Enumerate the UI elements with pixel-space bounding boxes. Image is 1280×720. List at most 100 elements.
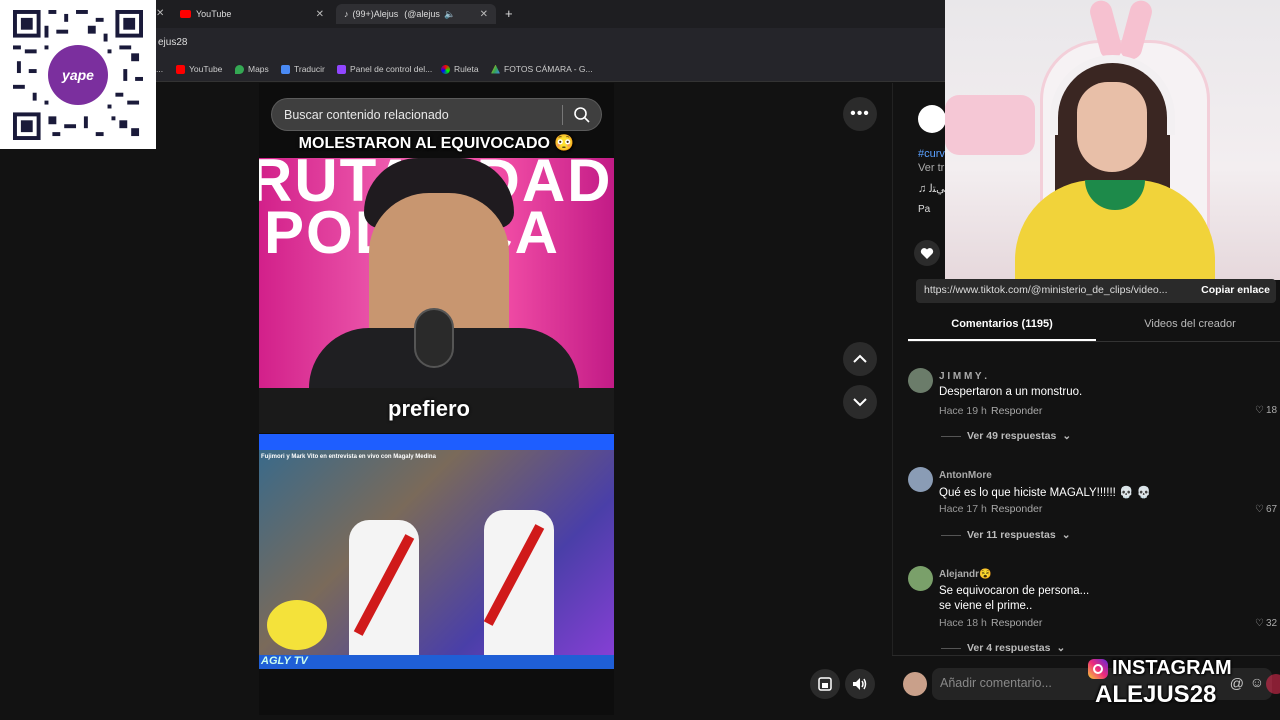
- video-subtitle: prefiero: [388, 396, 470, 421]
- view-replies-label: Ver 49 respuestas: [967, 430, 1057, 442]
- volume-button[interactable]: [845, 669, 875, 699]
- bookmark-youtube[interactable]: YouTube: [176, 64, 222, 74]
- comment-time: Hace 19 h: [939, 405, 987, 417]
- comment-time: Hace 17 h: [939, 503, 987, 515]
- tab-label-suffix: (@alejus: [404, 9, 440, 19]
- translate-icon: [281, 64, 290, 74]
- next-video-button[interactable]: [843, 385, 877, 419]
- reply-button[interactable]: Responder: [991, 503, 1042, 515]
- more-options-button[interactable]: •••: [843, 97, 877, 131]
- replies-line: [941, 647, 961, 649]
- replies-line: [941, 435, 961, 437]
- comment-username[interactable]: J I M M Y .: [939, 371, 987, 382]
- chevron-up-icon: [853, 354, 867, 363]
- comment-input-placeholder: Añadir comentario...: [940, 676, 1052, 690]
- video-player[interactable]: RUTALIDAD POLÍTICA prefiero Fujimori y M…: [259, 83, 614, 715]
- picture-in-picture-button[interactable]: [810, 669, 840, 699]
- search-input[interactable]: Buscar contenido relacionado: [284, 108, 449, 122]
- streamer-webcam: [945, 0, 1280, 280]
- related-search-bar[interactable]: Buscar contenido relacionado: [271, 98, 602, 131]
- new-tab-button[interactable]: +: [505, 6, 513, 21]
- youtube-icon: [180, 10, 191, 18]
- search-icon[interactable]: [573, 106, 591, 129]
- creator-avatar[interactable]: [918, 105, 946, 133]
- twitch-icon: [337, 64, 346, 74]
- heart-outline-icon: ♡: [1255, 405, 1264, 416]
- tab-comments[interactable]: Comentarios (1195): [908, 318, 1096, 330]
- instagram-icon: [1088, 658, 1108, 679]
- search-divider: [562, 105, 563, 125]
- emoji-icon[interactable]: ☺: [1250, 674, 1264, 690]
- comment-time: Hace 18 h: [939, 617, 987, 629]
- instagram-overlay: INSTAGRAM: [1088, 657, 1232, 680]
- comment-username[interactable]: Alejandr😵: [939, 569, 991, 580]
- share-link-bar: https://www.tiktok.com/@ministerio_de_cl…: [916, 279, 1276, 303]
- comment-like[interactable]: ♡ 32: [1255, 618, 1277, 629]
- reply-button[interactable]: Responder: [991, 405, 1042, 417]
- yape-logo: yape: [48, 45, 108, 105]
- tab-divider: [908, 341, 1280, 342]
- tab-label: YouTube: [196, 9, 232, 19]
- commenter-avatar[interactable]: [908, 368, 933, 393]
- commenter-avatar[interactable]: [908, 467, 933, 492]
- flower-decoration: [267, 600, 327, 650]
- bookmark-label: Ruleta: [454, 64, 479, 74]
- maps-icon: [235, 64, 244, 74]
- view-replies-button[interactable]: Ver 4 respuestas ⌄: [941, 642, 1065, 654]
- video-divider: [259, 434, 614, 450]
- copy-link-button[interactable]: Copiar enlace: [1201, 284, 1270, 296]
- reply-button[interactable]: Responder: [991, 617, 1042, 629]
- heart-outline-icon: ♡: [1255, 618, 1264, 629]
- url-text: ejus28: [158, 37, 188, 48]
- microphone: [414, 308, 454, 368]
- like-button[interactable]: [914, 240, 940, 266]
- close-tab-icon[interactable]: ✕: [480, 9, 488, 20]
- volume-icon: [853, 678, 867, 690]
- view-replies-button[interactable]: Ver 11 respuestas ⌄: [941, 529, 1071, 541]
- chevron-down-icon: ⌄: [1062, 430, 1072, 442]
- post-comment-button[interactable]: [1266, 674, 1280, 694]
- hashtag-link[interactable]: #curv: [918, 148, 945, 160]
- location-label[interactable]: Pa: [918, 204, 930, 215]
- close-tab-icon[interactable]: ✕: [156, 8, 164, 19]
- instagram-label: INSTAGRAM: [1112, 657, 1232, 679]
- video-scene-tv-show: Fujimori y Mark Vito en entrevista en vi…: [259, 450, 614, 668]
- tab-label: (99+)Alejus: [352, 9, 399, 19]
- qr-code: yape: [0, 0, 156, 149]
- video-person: [484, 510, 554, 660]
- view-replies-label: Ver 11 respuestas: [967, 529, 1056, 541]
- bookmark-panel[interactable]: Panel de control del...: [337, 64, 432, 74]
- tab-tiktok[interactable]: ♪ (99+)Alejus (@alejus 🔈 ✕: [336, 4, 496, 24]
- commenter-avatar[interactable]: [908, 566, 933, 591]
- previous-video-button[interactable]: [843, 342, 877, 376]
- tab-youtube[interactable]: YouTube ✕: [172, 4, 332, 24]
- bookmark-fotos[interactable]: FOTOS CÁMARA - G...: [491, 64, 593, 74]
- tab-creator-videos[interactable]: Videos del creador: [1096, 318, 1280, 330]
- see-translation-link[interactable]: Ver tr: [918, 162, 944, 174]
- bookmark-truncated[interactable]: ...: [156, 64, 163, 74]
- comment-like[interactable]: ♡ 18: [1255, 405, 1277, 416]
- bookmark-ruleta[interactable]: Ruleta: [441, 64, 479, 74]
- comment-username[interactable]: AntonMore: [939, 470, 992, 481]
- view-replies-button[interactable]: Ver 49 respuestas ⌄: [941, 430, 1071, 442]
- drive-icon: [491, 64, 500, 74]
- speaker-icon[interactable]: 🔈: [444, 9, 455, 20]
- comment-text: Qué es lo que hiciste MAGALY!!!!!! 💀 💀: [939, 487, 1151, 499]
- replies-line: [941, 534, 961, 536]
- music-label[interactable]: ♫ ﻲﺘﻟ: [918, 182, 945, 195]
- user-avatar: [903, 672, 927, 696]
- video-link-url[interactable]: https://www.tiktok.com/@ministerio_de_cl…: [924, 284, 1168, 296]
- close-tab-icon[interactable]: ✕: [316, 9, 324, 20]
- bookmark-maps[interactable]: Maps: [235, 64, 269, 74]
- comment-text: Despertaron a un monstruo.: [939, 386, 1083, 398]
- comment-like[interactable]: ♡ 67: [1255, 504, 1277, 515]
- scene-caption: Fujimori y Mark Vito en entrevista en vi…: [261, 454, 436, 460]
- bookmark-traducir[interactable]: Traducir: [281, 64, 325, 74]
- youtube-icon: [176, 64, 185, 74]
- comment-text: Se equivocaron de persona... se viene el…: [939, 585, 1090, 612]
- heart-outline-icon: ♡: [1255, 504, 1264, 515]
- video-title-caption: MOLESTARON AL EQUIVOCADO 😳: [298, 135, 575, 152]
- wheel-icon: [441, 64, 450, 74]
- heart-icon: [920, 247, 934, 259]
- like-count: 67: [1265, 504, 1278, 515]
